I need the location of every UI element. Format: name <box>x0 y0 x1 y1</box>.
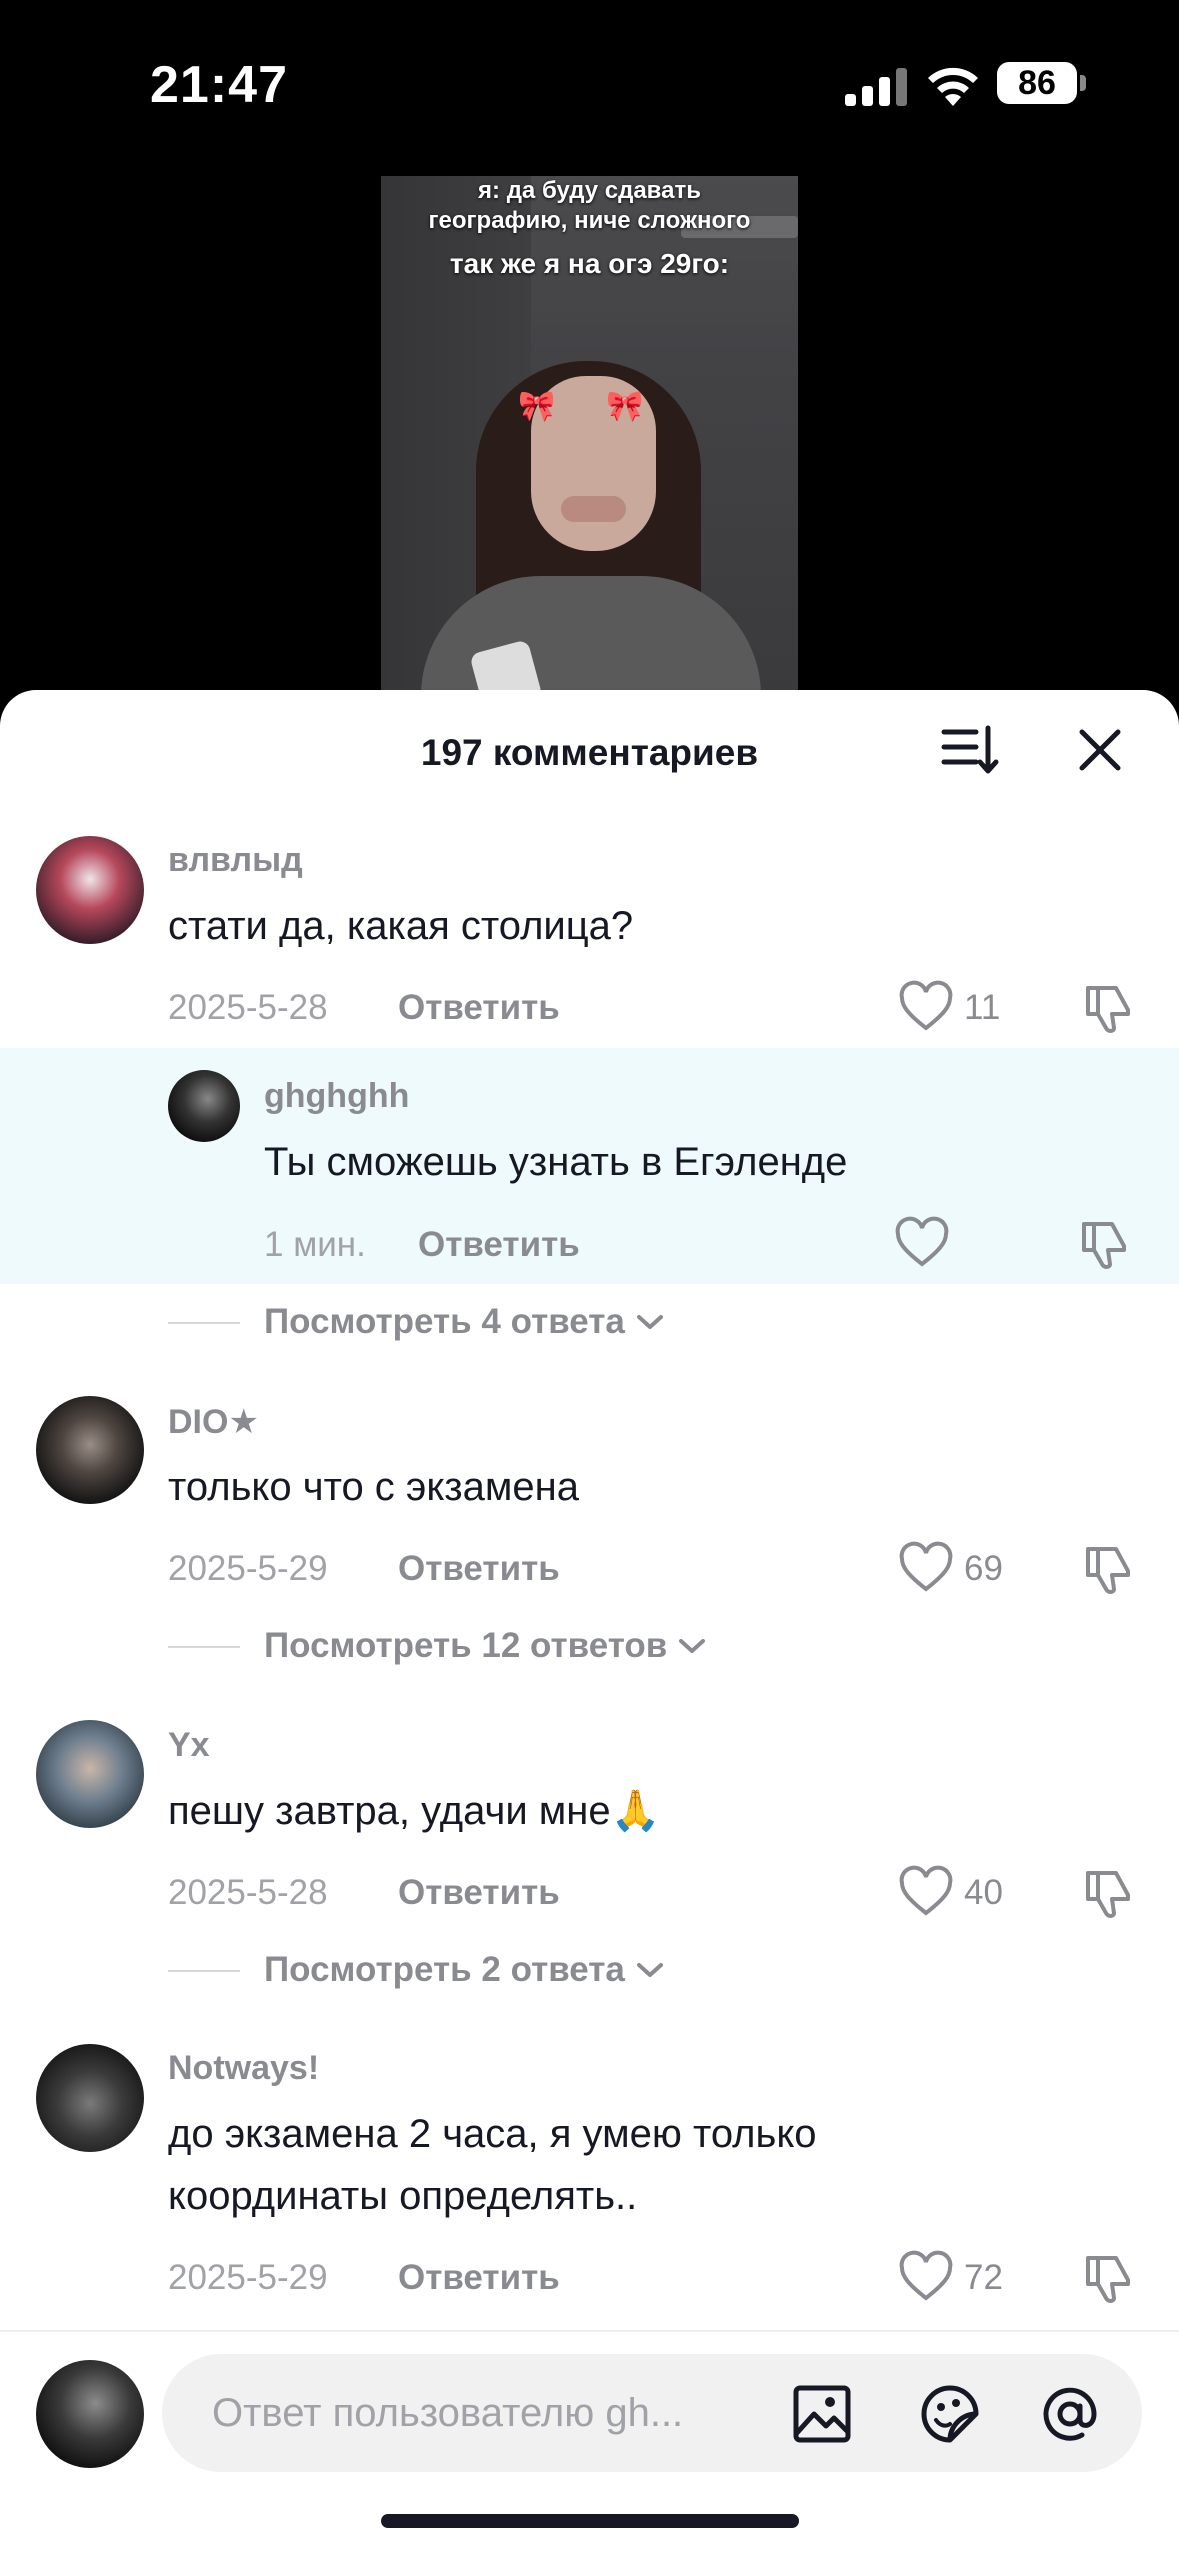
heart-icon[interactable] <box>898 1865 954 1921</box>
comment-input[interactable] <box>212 2354 792 2472</box>
comment-username[interactable]: Yx <box>168 1726 210 1765</box>
home-indicator[interactable] <box>381 2514 799 2528</box>
chevron-down-icon <box>636 1963 663 1977</box>
replies-divider <box>168 1322 240 1324</box>
view-replies-button[interactable]: Посмотреть 2 ответа <box>264 1950 665 1990</box>
comment-date: 1 мин. <box>264 1225 366 1264</box>
mention-icon[interactable] <box>1038 2382 1102 2446</box>
reply-button[interactable]: Ответить <box>398 2258 560 2298</box>
dislike-icon[interactable] <box>1080 980 1136 1036</box>
comment-text: стати да, какая столица? <box>168 904 634 948</box>
reply-button[interactable]: Ответить <box>398 1549 560 1589</box>
image-icon[interactable] <box>790 2382 854 2446</box>
video-person-lips <box>561 496 626 522</box>
avatar[interactable] <box>36 2360 144 2468</box>
avatar[interactable] <box>36 836 144 944</box>
comment-date: 2025-5-28 <box>168 988 328 1027</box>
dislike-icon[interactable] <box>1076 1216 1132 1272</box>
comment-text-line1: до экзамена 2 часа, я умею только <box>168 2112 817 2156</box>
bow-icon: 🎀 <box>606 390 644 423</box>
comment-date: 2025-5-29 <box>168 1549 328 1588</box>
comment-date: 2025-5-29 <box>168 2258 328 2297</box>
status-bar: 21:47 86 <box>0 0 1179 170</box>
dislike-icon[interactable] <box>1080 2250 1136 2306</box>
view-replies-button[interactable]: Посмотреть 12 ответов <box>264 1626 707 1666</box>
heart-icon[interactable] <box>898 980 954 1036</box>
reply-button[interactable]: Ответить <box>418 1225 580 1265</box>
battery-tip <box>1080 75 1086 91</box>
status-time: 21:47 <box>150 56 288 114</box>
wifi-icon <box>928 67 978 106</box>
video-caption-line2: географию, ниче сложного <box>428 207 751 234</box>
cellular-signal-icon <box>845 68 907 106</box>
comment-text: Ты сможешь узнать в Егэленде <box>264 1140 848 1184</box>
video-caption: я: да буду сдавать географию, ниче сложн… <box>381 176 798 236</box>
reply-button[interactable]: Ответить <box>398 988 560 1028</box>
like-count: 72 <box>964 2258 1003 2297</box>
comments-count-title: 197 комментариев <box>420 732 759 773</box>
heart-icon[interactable] <box>898 2250 954 2306</box>
comment-username[interactable]: Notways! <box>168 2049 319 2088</box>
chevron-down-icon <box>636 1315 663 1329</box>
heart-icon[interactable] <box>894 1216 950 1272</box>
video-caption-line3: так же я на огэ 29го: <box>449 248 730 279</box>
replies-divider <box>168 1646 240 1648</box>
comment-date: 2025-5-28 <box>168 1873 328 1912</box>
avatar[interactable] <box>36 2044 144 2152</box>
reply-button[interactable]: Ответить <box>398 1873 560 1913</box>
comment-text: только что с экзамена <box>168 1465 579 1509</box>
comment-text-line2: координаты определять.. <box>168 2174 638 2218</box>
dislike-icon[interactable] <box>1080 1541 1136 1597</box>
view-replies-label: Посмотреть 2 ответа <box>264 1950 625 1989</box>
view-replies-label: Посмотреть 4 ответа <box>264 1302 625 1341</box>
dislike-icon[interactable] <box>1080 1865 1136 1921</box>
comment-username[interactable]: ghghghh <box>264 1077 409 1116</box>
like-count: 69 <box>964 1549 1003 1588</box>
sticker-icon[interactable] <box>918 2382 982 2446</box>
comment-username[interactable]: влвлыд <box>168 841 303 880</box>
heart-icon[interactable] <box>898 1541 954 1597</box>
avatar[interactable] <box>36 1396 144 1504</box>
video-caption-line1: я: да буду сдавать <box>478 177 701 204</box>
replies-divider <box>168 1970 240 1972</box>
avatar[interactable] <box>168 1070 240 1142</box>
avatar[interactable] <box>36 1720 144 1828</box>
view-replies-label: Посмотреть 12 ответов <box>264 1626 668 1665</box>
view-replies-button[interactable]: Посмотреть 4 ответа <box>264 1302 665 1342</box>
battery-level: 86 <box>997 62 1077 104</box>
comment-username[interactable]: DIO★ <box>168 1402 259 1442</box>
bow-icon: 🎀 <box>518 390 556 423</box>
chevron-down-icon <box>679 1639 706 1653</box>
close-icon[interactable] <box>1070 720 1130 780</box>
sort-icon[interactable] <box>940 720 1000 780</box>
comment-text: пешу завтра, удачи мне🙏 <box>168 1789 661 1833</box>
like-count: 40 <box>964 1873 1003 1912</box>
like-count: 11 <box>964 988 1001 1027</box>
video-thumbnail[interactable]: 🎀 🎀 я: да буду сдавать географию, ниче с… <box>381 176 798 706</box>
comment-input-container[interactable] <box>162 2354 1142 2472</box>
